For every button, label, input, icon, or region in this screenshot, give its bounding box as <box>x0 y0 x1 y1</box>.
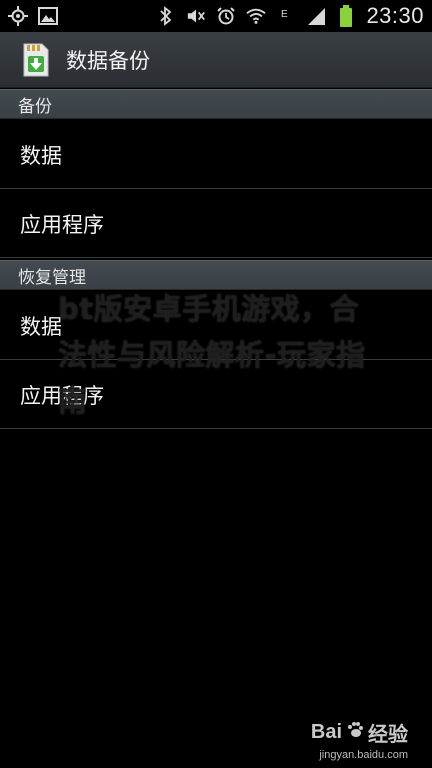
screen: E 23:30 数据备份 备份 数据 应用程序 恢复管理 数据 应用程序 bt版… <box>0 0 432 768</box>
wifi-icon <box>246 6 267 26</box>
svg-text:E: E <box>281 9 288 20</box>
baidu-watermark: Bai 经验 jingyan.baidu.com <box>311 718 408 761</box>
e-network-icon: E <box>276 6 296 26</box>
list-item-restore-apps[interactable]: 应用程序 <box>0 361 432 429</box>
list-item-restore-data[interactable]: 数据 <box>0 292 432 360</box>
alarm-icon <box>216 6 236 26</box>
baidu-logo-suffix: 经验 <box>368 724 408 746</box>
baidu-logo: Bai 经验 <box>311 718 408 747</box>
list-item-backup-apps[interactable]: 应用程序 <box>0 190 432 258</box>
gps-icon <box>8 6 28 26</box>
baidu-logo-prefix: Bai <box>310 721 342 743</box>
status-bar: E 23:30 <box>0 0 432 32</box>
bluetooth-icon <box>156 6 176 26</box>
battery-icon <box>336 5 356 27</box>
sd-card-download-icon <box>18 42 52 78</box>
signal-icon <box>306 6 326 26</box>
paw-icon <box>346 721 364 745</box>
image-icon <box>38 6 58 26</box>
page-title: 数据备份 <box>66 48 150 73</box>
list-item-backup-data[interactable]: 数据 <box>0 121 432 189</box>
title-bar: 数据备份 <box>0 32 432 88</box>
baidu-url: jingyan.baidu.com <box>319 749 408 761</box>
section-header-restore: 恢复管理 <box>0 260 432 290</box>
mute-icon <box>186 6 206 26</box>
status-time: 23:30 <box>366 3 424 28</box>
status-right-icons: E 23:30 <box>156 3 424 29</box>
section-header-backup: 备份 <box>0 89 432 119</box>
status-left-icons <box>8 6 58 26</box>
